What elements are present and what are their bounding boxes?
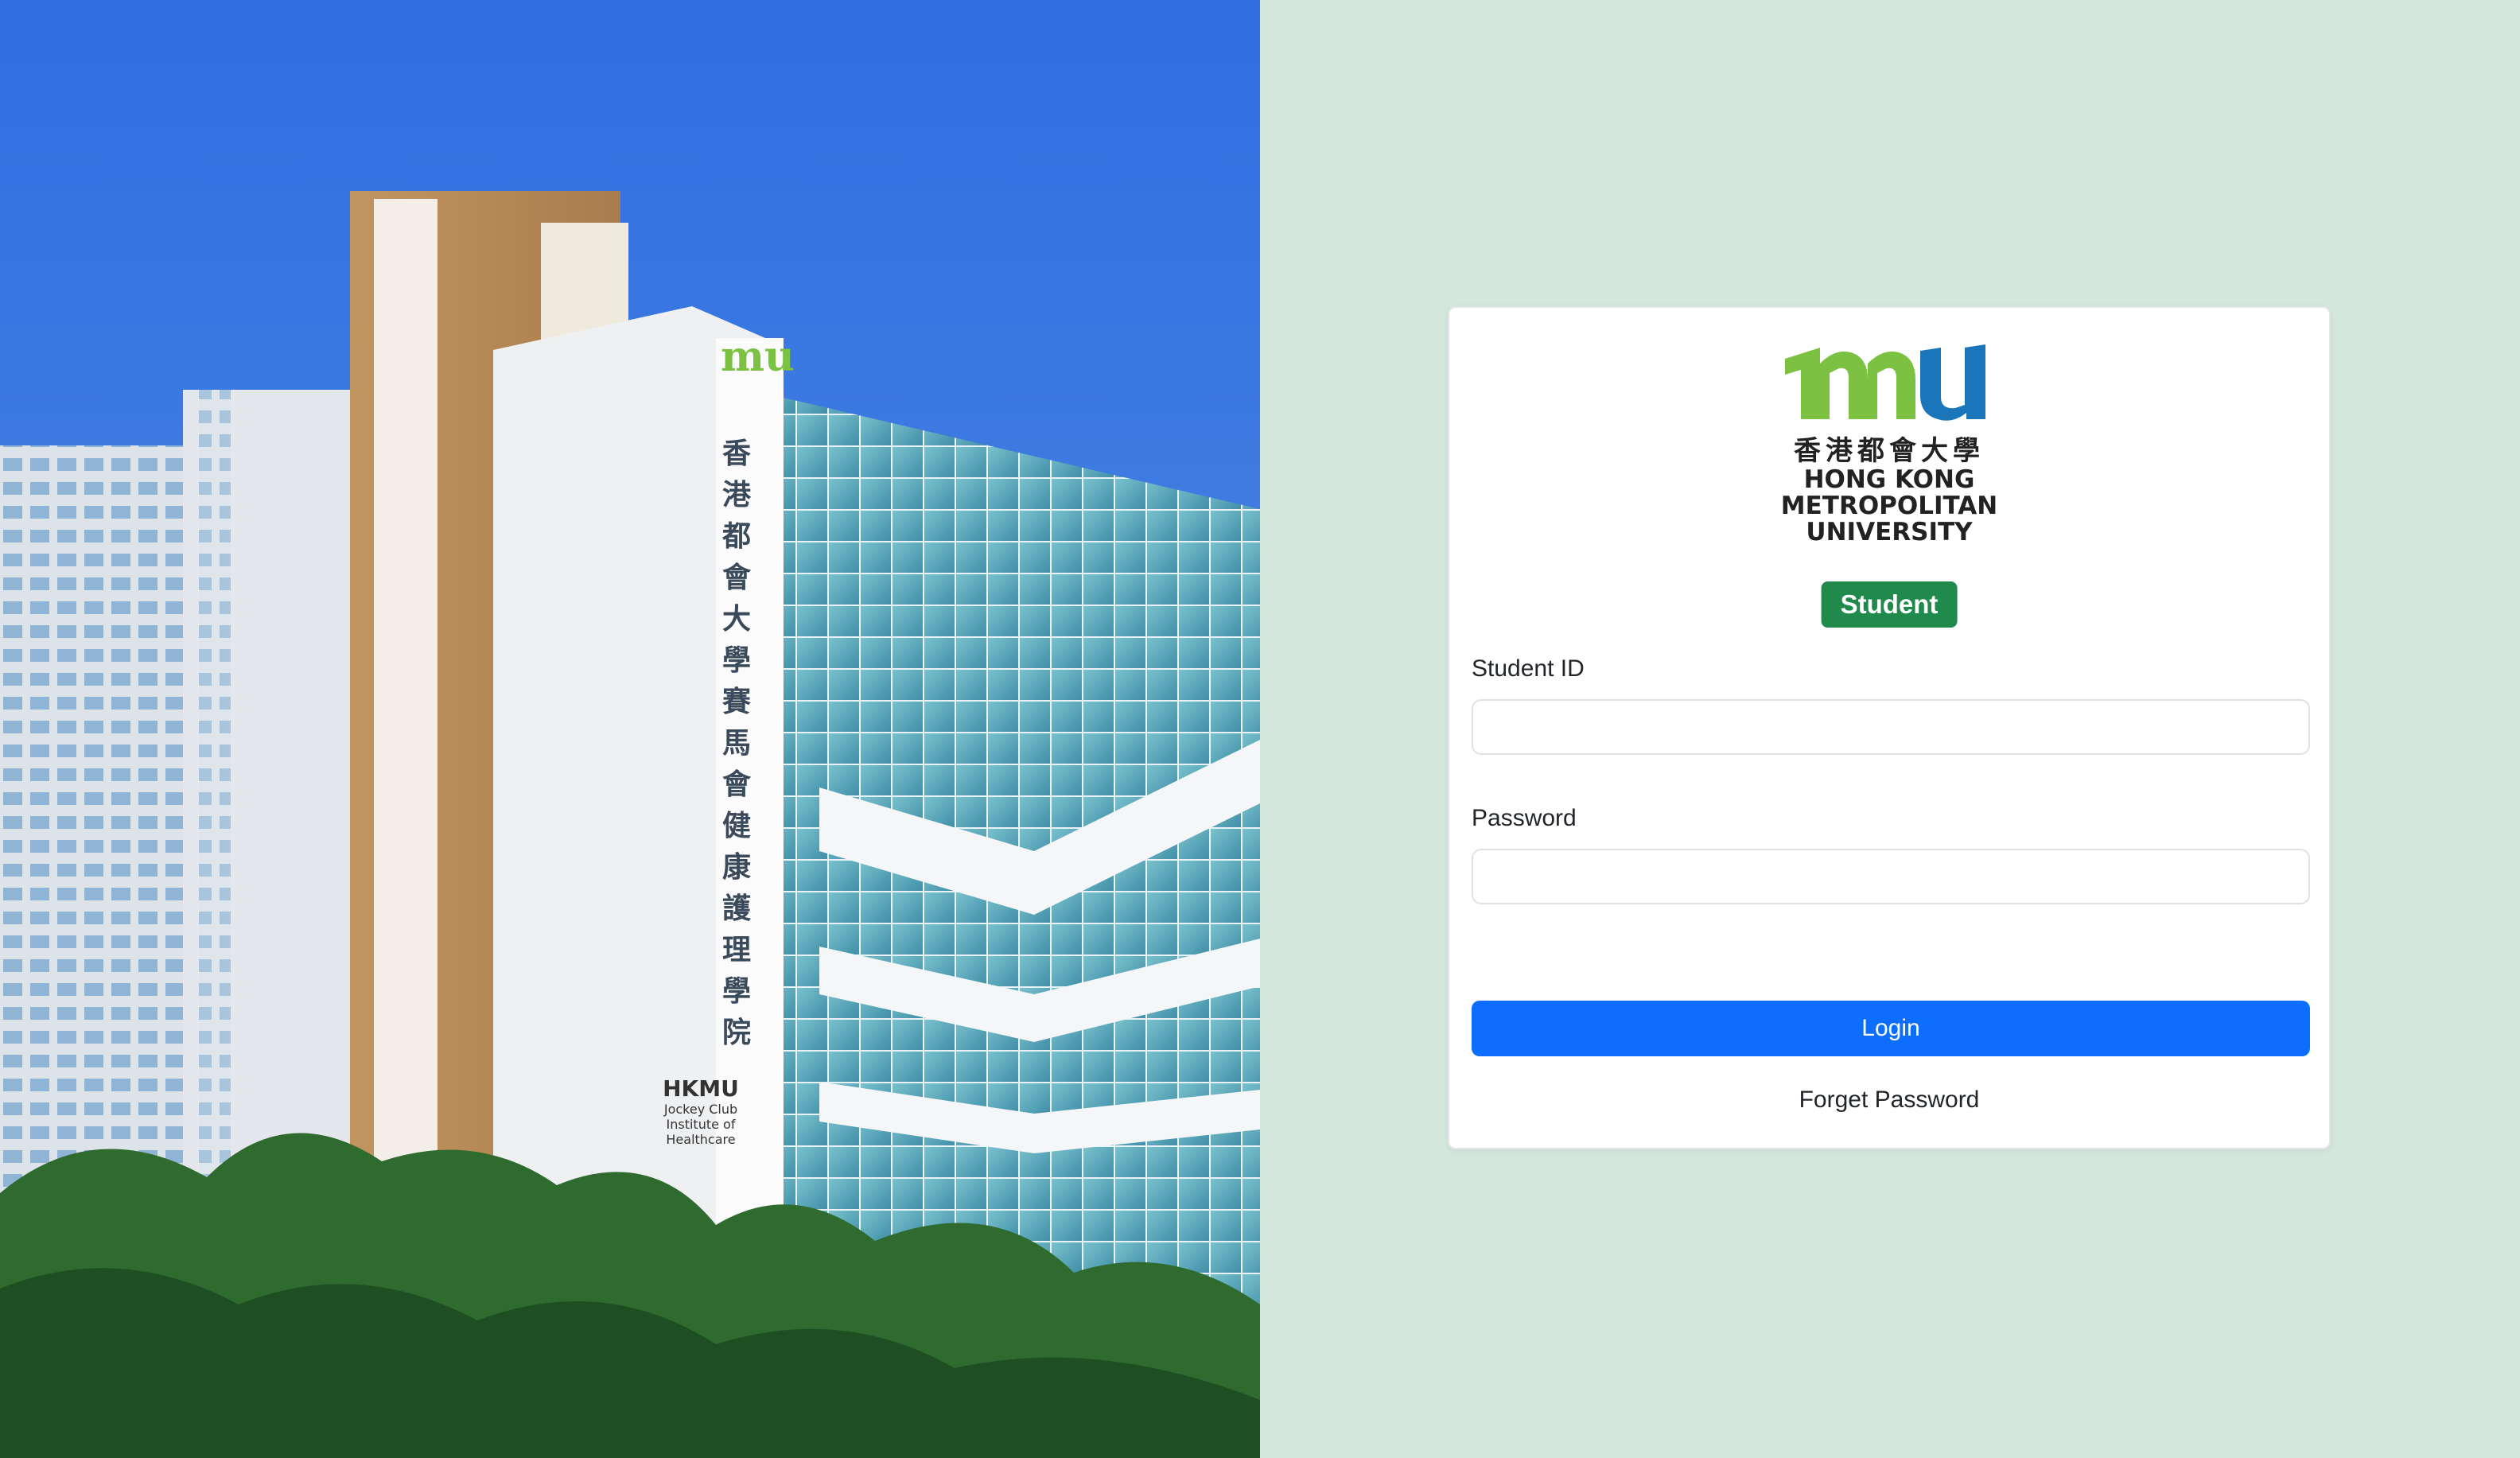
university-logo: 香港都會大學 HONG KONG METROPOLITAN UNIVERSITY (1770, 332, 2009, 546)
logo-chinese-name: 香港都會大學 (1794, 435, 1985, 467)
mu-logo-icon (1785, 344, 1985, 421)
forget-password-link[interactable]: Forget Password (1449, 1086, 2329, 1114)
login-button[interactable]: Login (1472, 1001, 2310, 1056)
building-sign-line1: Jockey Club (663, 1102, 738, 1117)
password-label: Password (1472, 805, 1577, 831)
building-sign-line3: Healthcare (666, 1132, 736, 1147)
logo-english-line2: METROPOLITAN (1780, 492, 1998, 520)
building-sign-line2: Institute of (666, 1117, 736, 1132)
logo-english-line3: UNIVERSITY (1806, 518, 1973, 546)
student-id-input[interactable] (1472, 699, 2310, 755)
campus-photo: mu 香港都會大學賽馬會健康護理學院 HKMU Jockey Club Inst… (0, 0, 1260, 1458)
building-sign-english: HKMU Jockey Club Institute of Healthcare (657, 1075, 745, 1147)
login-card: 香港都會大學 HONG KONG METROPOLITAN UNIVERSITY… (1448, 306, 2331, 1149)
building-sign-chinese: 香港都會大學賽馬會健康護理學院 (722, 437, 752, 1049)
logo-english-line1: HONG KONG (1803, 465, 1975, 494)
building-sign-hkmu: HKMU (663, 1075, 739, 1102)
student-id-label: Student ID (1472, 655, 1585, 682)
building-sign-logo: mu (721, 332, 795, 381)
role-badge: Student (1821, 581, 1958, 628)
password-input[interactable] (1472, 849, 2310, 904)
